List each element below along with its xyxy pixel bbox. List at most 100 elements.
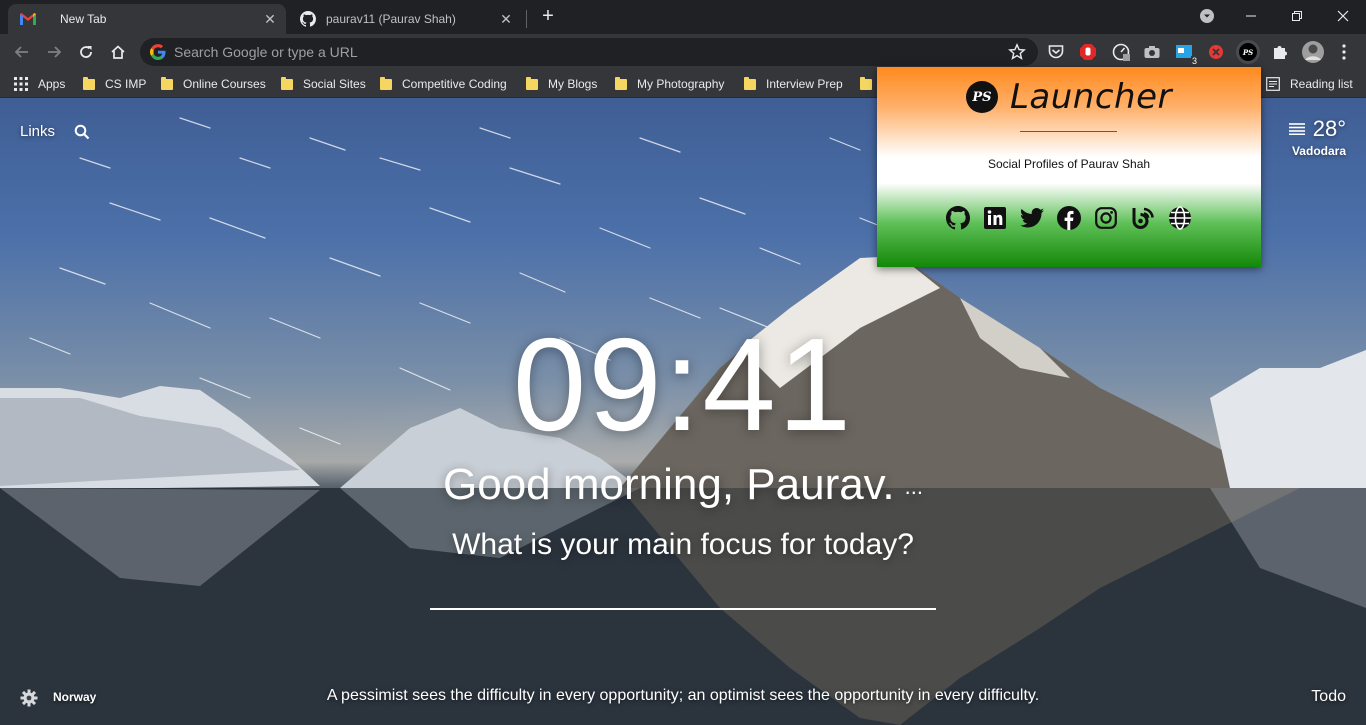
weather-widget[interactable]: 28° Vadodara bbox=[1288, 116, 1346, 158]
bookmark-label: Social Sites bbox=[303, 77, 366, 91]
folder-icon bbox=[860, 76, 872, 90]
back-button[interactable] bbox=[8, 38, 36, 66]
bookmark-folder[interactable]: Interview Prep bbox=[744, 76, 843, 92]
reload-icon bbox=[80, 46, 92, 58]
close-window-button[interactable] bbox=[1320, 0, 1366, 32]
bookmark-label: Competitive Coding bbox=[402, 77, 507, 91]
folder-icon bbox=[526, 76, 538, 90]
google-icon bbox=[150, 44, 166, 60]
reading-list-button[interactable]: Reading list bbox=[1266, 76, 1353, 92]
tab-manager-extension[interactable]: 3 bbox=[1174, 42, 1198, 66]
bookmark-folder[interactable]: CS IMP bbox=[83, 76, 146, 92]
ps-logo-icon: PS bbox=[1239, 43, 1257, 61]
tab-new-tab[interactable]: New Tab ✕ bbox=[8, 4, 286, 34]
home-button[interactable] bbox=[104, 38, 132, 66]
blocker-extension[interactable] bbox=[1206, 42, 1226, 62]
greeting: Good morning, Paurav.... bbox=[0, 460, 1366, 510]
x-circle-icon bbox=[1209, 45, 1223, 59]
profile-avatar[interactable] bbox=[1301, 40, 1325, 64]
bookmark-apps[interactable]: Apps bbox=[14, 76, 65, 92]
bookmark-folder[interactable]: Competitive Coding bbox=[380, 76, 507, 92]
stop-hand-icon bbox=[1080, 44, 1096, 60]
github-icon bbox=[300, 11, 316, 27]
social-links bbox=[877, 206, 1261, 230]
forward-button[interactable] bbox=[40, 38, 68, 66]
bookmark-star-icon[interactable] bbox=[1008, 43, 1026, 61]
omnibox[interactable] bbox=[140, 38, 1038, 66]
github-icon[interactable] bbox=[946, 206, 970, 230]
tab-title: New Tab bbox=[60, 12, 107, 26]
focus-input[interactable] bbox=[430, 570, 936, 610]
minimize-button[interactable] bbox=[1228, 0, 1274, 32]
avatar-icon bbox=[1302, 41, 1324, 63]
new-tab-button[interactable]: + bbox=[538, 6, 558, 26]
folder-icon bbox=[83, 76, 95, 90]
search-icon[interactable] bbox=[74, 124, 90, 140]
ps-logo: PS bbox=[965, 81, 998, 113]
popup-header: PS Launcher bbox=[877, 77, 1261, 117]
apps-grid-icon bbox=[14, 77, 28, 91]
bookmark-folder[interactable]: My Blogs bbox=[526, 76, 597, 92]
tab-separator bbox=[526, 10, 527, 28]
greeting-more-button[interactable]: ... bbox=[905, 474, 923, 499]
extensions-menu-button[interactable] bbox=[1270, 42, 1290, 62]
clock: 09:41 bbox=[512, 311, 854, 458]
instagram-icon[interactable] bbox=[1094, 206, 1118, 230]
weather-city: Vadodara bbox=[1291, 144, 1346, 158]
tab-github[interactable]: paurav11 (Paurav Shah) ✕ bbox=[288, 4, 526, 34]
todo-button[interactable]: Todo bbox=[1311, 688, 1346, 706]
pocket-extension[interactable] bbox=[1046, 42, 1066, 62]
popup-title: Launcher bbox=[1009, 77, 1172, 117]
search-input[interactable] bbox=[174, 38, 994, 66]
ps-launcher-popup: PS Launcher Social Profiles of Paurav Sh… bbox=[877, 67, 1261, 267]
reload-button[interactable] bbox=[72, 38, 100, 66]
reading-list-icon bbox=[1266, 77, 1280, 91]
extension-badge: 3 bbox=[1190, 56, 1198, 66]
facebook-icon[interactable] bbox=[1057, 206, 1081, 230]
bookmark-folder[interactable]: Social Sites bbox=[281, 76, 366, 92]
bookmark-label: My Blogs bbox=[548, 77, 598, 91]
popup-subtitle: Social Profiles of Paurav Shah bbox=[987, 157, 1151, 171]
links-button[interactable]: Links bbox=[20, 123, 55, 140]
twitter-icon[interactable] bbox=[1020, 206, 1044, 230]
gmail-icon bbox=[20, 11, 36, 27]
folder-icon bbox=[380, 76, 392, 90]
puzzle-icon bbox=[1274, 46, 1287, 59]
camera-icon bbox=[1144, 46, 1160, 58]
quote: A pessimist sees the difficulty in every… bbox=[326, 687, 1040, 704]
bookmark-label: My Photography bbox=[637, 77, 725, 91]
close-tab-icon[interactable]: ✕ bbox=[498, 11, 514, 27]
bookmark-label: Interview Prep bbox=[766, 77, 843, 91]
bookmark-label: Online Courses bbox=[183, 77, 266, 91]
gauge-icon bbox=[1112, 43, 1130, 61]
folder-icon bbox=[744, 76, 756, 90]
tab-strip: New Tab ✕ paurav11 (Paurav Shah) ✕ + bbox=[0, 0, 1366, 34]
restore-icon bbox=[1292, 11, 1302, 21]
home-icon bbox=[111, 45, 125, 59]
tab-search-button[interactable] bbox=[1184, 0, 1230, 32]
chevron-down-icon bbox=[1200, 9, 1214, 23]
tab-title: paurav11 (Paurav Shah) bbox=[326, 12, 456, 26]
restore-button[interactable] bbox=[1274, 0, 1320, 32]
blog-icon[interactable] bbox=[1131, 206, 1155, 230]
minimize-icon bbox=[1246, 15, 1256, 17]
linkedin-icon[interactable] bbox=[983, 206, 1007, 230]
kebab-menu-icon bbox=[1342, 44, 1346, 60]
bookmark-folder[interactable]: Online Courses bbox=[161, 76, 266, 92]
adblock-extension[interactable] bbox=[1078, 42, 1098, 62]
bookmark-label: CS IMP bbox=[105, 77, 147, 91]
pocket-icon bbox=[1048, 45, 1064, 59]
globe-icon[interactable] bbox=[1168, 206, 1192, 230]
focus-question: What is your main focus for today? bbox=[452, 528, 914, 561]
screenshot-extension[interactable] bbox=[1142, 42, 1162, 62]
ps-launcher-extension[interactable]: PS bbox=[1236, 40, 1260, 64]
folder-icon bbox=[161, 76, 173, 90]
greeting-text: Good morning, Paurav. bbox=[443, 460, 895, 509]
grammar-extension[interactable] bbox=[1111, 42, 1131, 62]
chrome-menu-button[interactable] bbox=[1334, 42, 1354, 62]
bookmark-folder[interactable]: My Photography bbox=[615, 76, 724, 92]
arrow-right-icon bbox=[48, 46, 62, 58]
close-tab-icon[interactable]: ✕ bbox=[262, 11, 278, 27]
bookmark-label: Apps bbox=[38, 77, 66, 91]
browser-toolbar: 3 PS bbox=[0, 34, 1366, 70]
